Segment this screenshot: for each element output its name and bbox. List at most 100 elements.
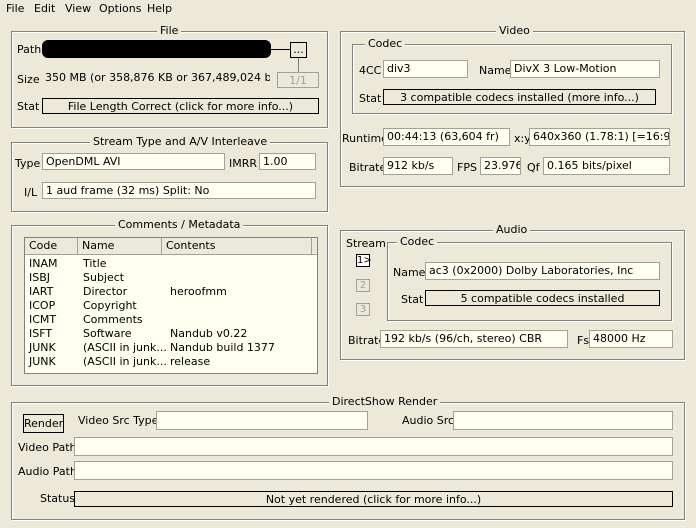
video-src-type-field[interactable] [156, 411, 368, 430]
comments-list-header: Code Name Contents [25, 238, 317, 255]
cell-contents: Nandub v0.22 [170, 327, 248, 340]
render-status-button[interactable]: Not yet rendered (click for more info...… [74, 491, 673, 507]
audio-stream-2-button[interactable]: 2 [356, 279, 370, 292]
menu-file[interactable]: File [6, 2, 24, 15]
path-field-redacted[interactable] [42, 40, 271, 58]
cell-name: Subject [83, 271, 125, 284]
cell-name: Comments [83, 313, 143, 326]
imrr-label: IMRR [229, 157, 258, 170]
xy-field[interactable]: 640x360 (1.78:1) [=16:9] [529, 128, 670, 146]
stream-type-group-title: Stream Type and A/V Interleave [90, 135, 271, 148]
audio-stat-button[interactable]: 5 compatible codecs installed [425, 290, 660, 306]
cell-name: Copyright [83, 299, 137, 312]
cell-code: JUNK [29, 355, 56, 368]
video-name-field[interactable]: DivX 3 Low-Motion [510, 60, 660, 78]
qf-field[interactable]: 0.165 bits/pixel [543, 157, 670, 175]
cell-name: (ASCII in junk... [83, 355, 167, 368]
render-button[interactable]: Render [23, 414, 64, 433]
audio-src-field[interactable] [453, 411, 673, 430]
cell-code: ICOP [29, 299, 56, 312]
qf-label: Qf [527, 161, 540, 174]
cell-name: (ASCII in junk... [83, 341, 167, 354]
video-bitrate-field[interactable]: 912 kb/s [383, 157, 453, 175]
file-stat-label: Stat [17, 100, 40, 113]
cell-code: ISBJ [29, 271, 51, 284]
size-value: 350 MB (or 358,876 KB or 367,489,024 byt… [42, 70, 270, 87]
path-label: Path [17, 43, 42, 56]
audio-codec-group: Codec [387, 235, 672, 321]
menu-bar: File Edit View Options Help [0, 0, 696, 18]
fps-field[interactable]: 23.976 [480, 157, 521, 175]
column-header-name[interactable]: Name [78, 238, 162, 254]
cell-name: Software [83, 327, 132, 340]
list-item[interactable]: ISBJ Subject [25, 271, 317, 285]
size-label: Size [17, 73, 40, 86]
file-group-title: File [157, 24, 182, 37]
menu-view[interactable]: View [65, 2, 91, 15]
audio-stat-label: Stat [401, 293, 424, 306]
fs-field[interactable]: 48000 Hz [589, 330, 673, 348]
video-bitrate-label: Bitrate [349, 161, 387, 174]
audio-name-label: Name [393, 266, 426, 279]
column-header-code[interactable]: Code [25, 238, 78, 254]
list-item[interactable]: JUNK (ASCII in junk... Nandub build 1377 [25, 341, 317, 355]
cell-code: ICMT [29, 313, 57, 326]
comments-group-title: Comments / Metadata [115, 218, 244, 231]
cell-contents: release [170, 355, 211, 368]
video-stat-label: Stat [359, 92, 382, 105]
runtime-label: Runtime [342, 132, 388, 145]
list-item[interactable]: JUNK (ASCII in junk... release [25, 355, 317, 369]
video-group-title: Video [496, 24, 533, 37]
video-path-label: Video Path [18, 441, 77, 454]
cell-name: Director [83, 285, 128, 298]
connector-line-vertical [298, 58, 299, 72]
fourcc-field[interactable]: div3 [383, 60, 468, 78]
audio-bitrate-field[interactable]: 192 kb/s (96/ch, stereo) CBR [380, 330, 568, 348]
il-label: I/L [24, 186, 38, 199]
audio-src-label: Audio Src [402, 414, 455, 427]
comments-list[interactable]: Code Name Contents INAM Title ISBJ Subje… [24, 237, 318, 374]
fps-label: FPS [457, 161, 477, 174]
video-name-label: Name [479, 64, 512, 77]
stream-label: Stream [346, 237, 386, 250]
fourcc-label: 4CC [359, 64, 382, 77]
column-header-contents[interactable]: Contents [162, 238, 312, 254]
cell-contents: Nandub build 1377 [170, 341, 275, 354]
status-label: Status [40, 492, 76, 505]
fs-label: Fs [577, 334, 590, 347]
list-item[interactable]: ISFT Software Nandub v0.22 [25, 327, 317, 341]
cell-code: ISFT [29, 327, 53, 340]
audio-group-title: Audio [493, 223, 531, 236]
imrr-field[interactable]: 1.00 [259, 153, 316, 170]
cell-contents: heroofmm [170, 285, 227, 298]
audio-codec-group-title: Codec [397, 235, 438, 248]
audio-name-field[interactable]: ac3 (0x2000) Dolby Laboratories, Inc [425, 262, 660, 280]
part-button[interactable]: 1/1 [277, 72, 319, 88]
menu-help[interactable]: Help [147, 2, 172, 15]
menu-edit[interactable]: Edit [34, 2, 55, 15]
type-label: Type [15, 157, 41, 170]
il-field[interactable]: 1 aud frame (32 ms) Split: No [42, 182, 316, 199]
list-item[interactable]: INAM Title [25, 257, 317, 271]
list-item[interactable]: ICOP Copyright [25, 299, 317, 313]
connector-line [271, 49, 290, 50]
video-path-field[interactable] [74, 437, 673, 456]
render-group-title: DirectShow Render [329, 395, 441, 408]
audio-stream-3-button[interactable]: 3 [356, 303, 370, 316]
cell-code: JUNK [29, 341, 56, 354]
video-stat-button[interactable]: 3 compatible codecs installed (more info… [383, 89, 656, 105]
list-item[interactable]: ICMT Comments [25, 313, 317, 327]
audio-path-label: Audio Path [18, 465, 77, 478]
audio-stream-1-button[interactable]: 1> [356, 254, 372, 267]
cell-name: Title [83, 257, 107, 270]
file-stat-button[interactable]: File Length Correct (click for more info… [42, 98, 319, 114]
list-item[interactable]: IART Director heroofmm [25, 285, 317, 299]
menu-options[interactable]: Options [99, 2, 141, 15]
browse-button[interactable]: ... [290, 42, 307, 58]
runtime-field[interactable]: 00:44:13 (63,604 fr) [383, 128, 510, 146]
cell-code: INAM [29, 257, 58, 270]
video-codec-group-title: Codec [365, 37, 406, 50]
video-src-type-label: Video Src Type [78, 414, 159, 427]
audio-path-field[interactable] [74, 461, 673, 480]
type-field[interactable]: OpenDML AVI [42, 153, 225, 170]
